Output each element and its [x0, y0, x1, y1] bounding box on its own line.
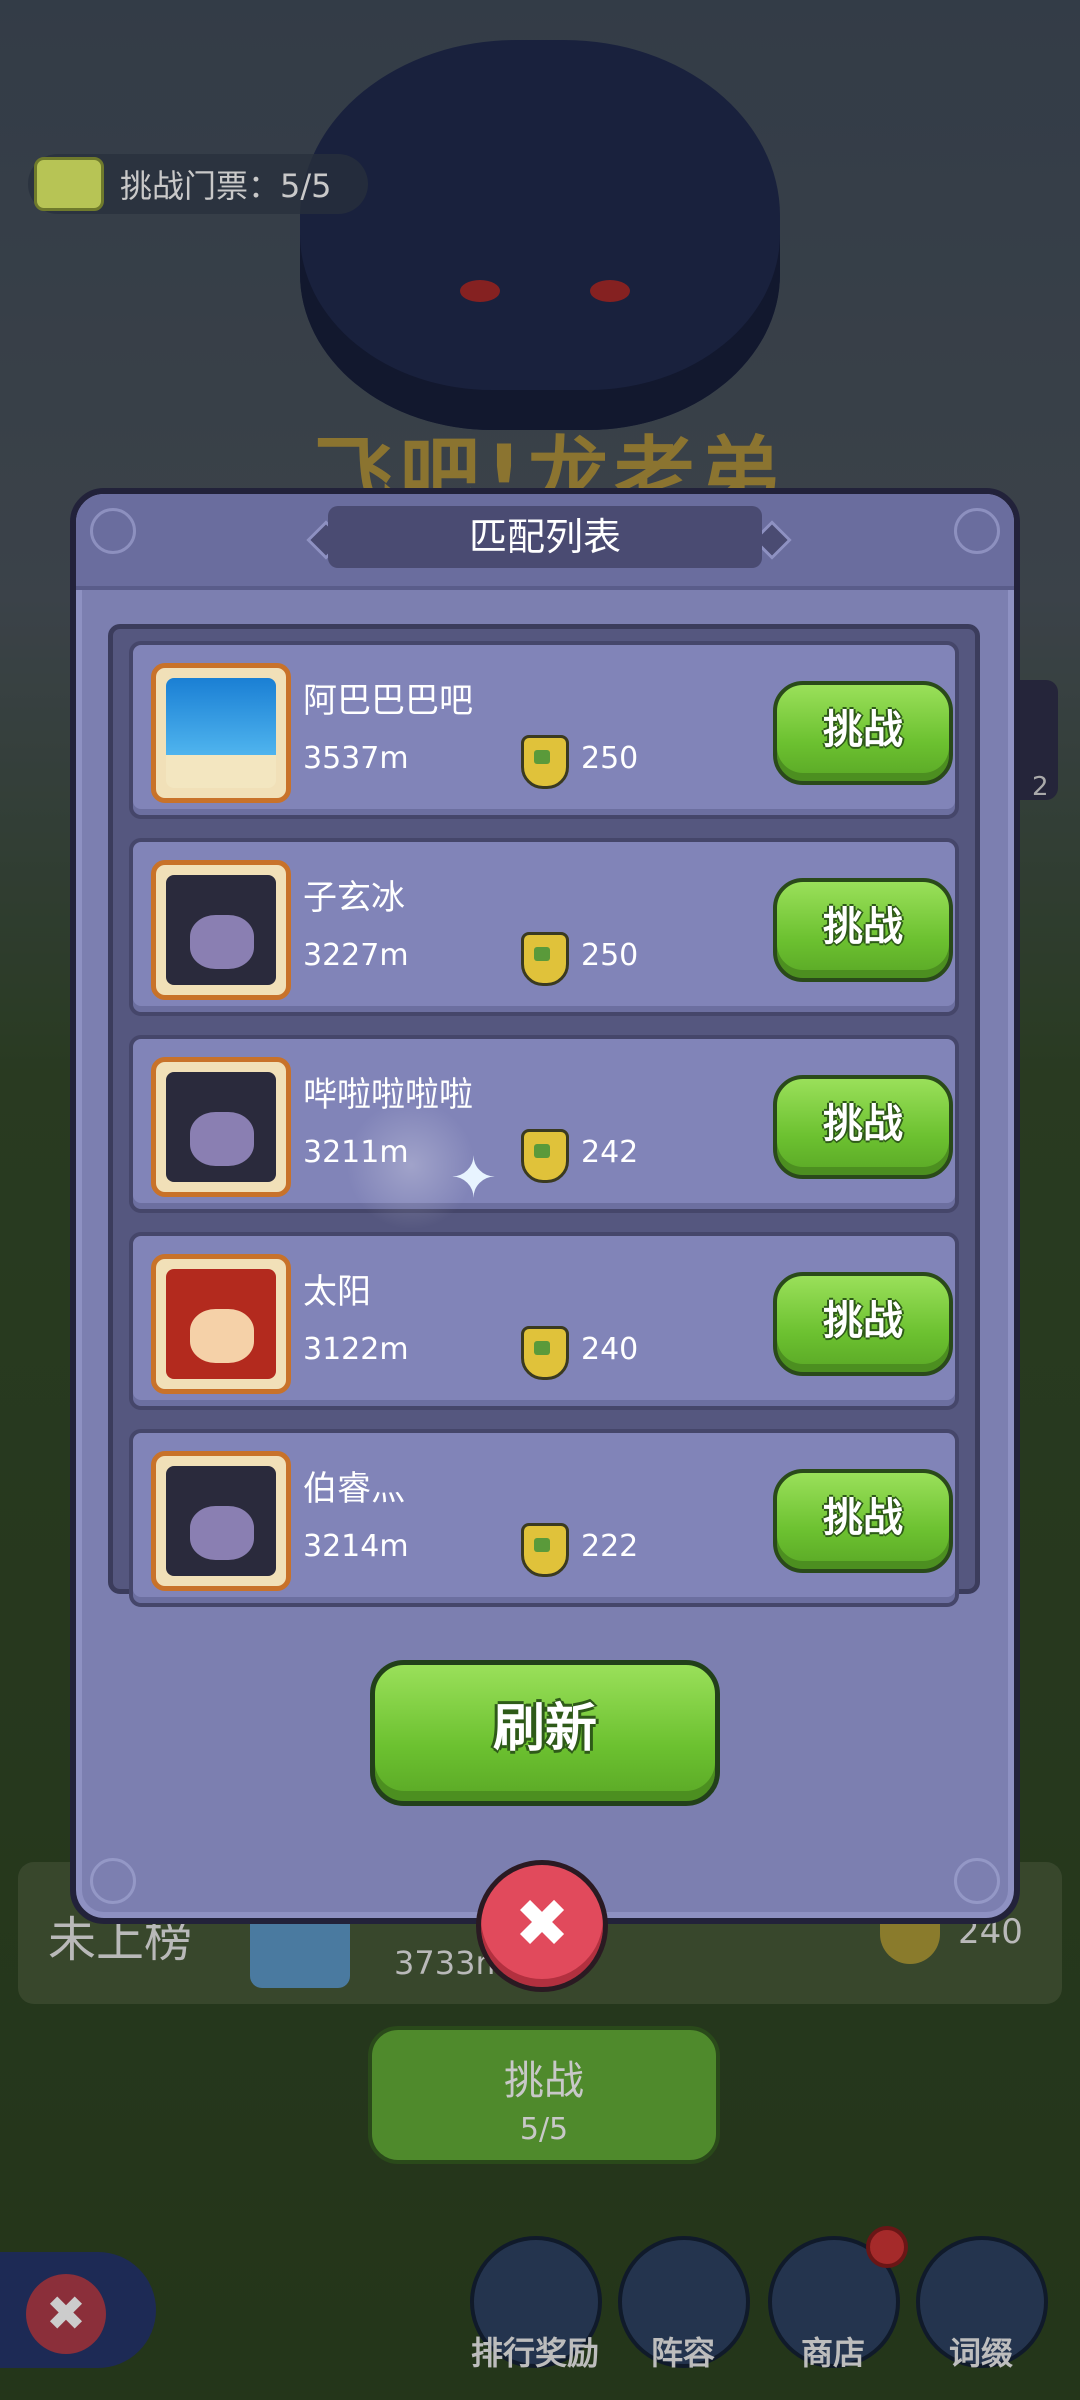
- shield-icon: [521, 1523, 569, 1577]
- player-distance: 3227m: [303, 938, 409, 973]
- list-item: 哔啦啦啦啦 3211m 242 挑战: [129, 1035, 959, 1213]
- red-hair-avatar: [151, 1254, 291, 1394]
- player-name: 阿巴巴巴吧: [303, 681, 473, 721]
- main-challenge-count: 5/5: [519, 2112, 569, 2147]
- nav-ranking-rewards[interactable]: 排行奖励: [470, 2236, 602, 2376]
- shield-icon: [521, 932, 569, 986]
- player-distance: 3214m: [303, 1529, 409, 1564]
- corner-ornament-icon: [90, 508, 136, 554]
- demon-avatar: [151, 860, 291, 1000]
- dialog-title: 匹配列表: [328, 506, 762, 568]
- list-item: 伯睿灬 3214m 222 挑战: [129, 1429, 959, 1607]
- side-badge-count: 2: [1032, 772, 1049, 802]
- player-score: 242: [581, 1135, 639, 1170]
- list-item: 子玄冰 3227m 250 挑战: [129, 838, 959, 1016]
- corner-ornament-icon: [954, 508, 1000, 554]
- nav-lineup[interactable]: 阵容: [618, 2236, 750, 2376]
- notification-dot: [866, 2226, 908, 2268]
- player-distance: 3122m: [303, 1332, 409, 1367]
- demon-avatar: [151, 1451, 291, 1591]
- nav-label: 商店: [800, 2334, 865, 2372]
- challenge-button[interactable]: 挑战: [773, 1272, 953, 1376]
- sea-avatar: [151, 663, 291, 803]
- challenge-button[interactable]: 挑战: [773, 681, 953, 785]
- main-challenge-button[interactable]: 挑战 5/5: [368, 2026, 720, 2164]
- ticket-bar: 挑战门票：5/5: [28, 154, 368, 214]
- player-name: 太阳: [303, 1272, 371, 1312]
- player-list: 阿巴巴巴吧 3537m 250 挑战 子玄冰 3227m 250 挑战 哔啦啦啦…: [108, 624, 980, 1607]
- player-name: 伯睿灬: [303, 1469, 405, 1509]
- challenge-button[interactable]: 挑战: [773, 1075, 953, 1179]
- shield-icon: [521, 1129, 569, 1183]
- player-name: 子玄冰: [303, 878, 405, 918]
- player-score: 222: [581, 1529, 639, 1564]
- shield-icon: [521, 735, 569, 789]
- nav-label: 阵容: [650, 2334, 715, 2372]
- list-item: 太阳 3122m 240 挑战: [129, 1232, 959, 1410]
- close-dialog-button[interactable]: ✖: [476, 1860, 608, 1992]
- close-icon: ✖: [26, 2274, 106, 2354]
- nav-label: 词缀: [948, 2334, 1013, 2372]
- ticket-count: 挑战门票：5/5: [120, 167, 332, 205]
- shield-icon: [521, 1326, 569, 1380]
- dialog-header: 匹配列表: [76, 494, 1014, 590]
- player-score: 240: [581, 1332, 639, 1367]
- list-item: 阿巴巴巴吧 3537m 250 挑战: [129, 641, 959, 819]
- nav-affixes[interactable]: 词缀: [916, 2236, 1048, 2376]
- player-distance: 3537m: [303, 741, 409, 776]
- main-challenge-label: 挑战: [504, 2058, 584, 2104]
- bottom-close-button[interactable]: ✖: [0, 2252, 156, 2368]
- player-score: 250: [581, 741, 639, 776]
- sparkle-icon: ✦: [450, 1146, 497, 1211]
- refresh-button[interactable]: 刷新: [370, 1660, 720, 1806]
- challenge-button[interactable]: 挑战: [773, 1469, 953, 1573]
- demon-avatar: [151, 1057, 291, 1197]
- corner-ornament-icon: [90, 1858, 136, 1904]
- match-list-dialog: 匹配列表 阿巴巴巴吧 3537m 250 挑战 子玄冰 3227m 250 挑战…: [70, 488, 1020, 1924]
- challenge-button[interactable]: 挑战: [773, 878, 953, 982]
- ticket-icon: [34, 157, 104, 211]
- nav-label: 排行奖励: [470, 2334, 599, 2372]
- corner-ornament-icon: [954, 1858, 1000, 1904]
- player-score: 250: [581, 938, 639, 973]
